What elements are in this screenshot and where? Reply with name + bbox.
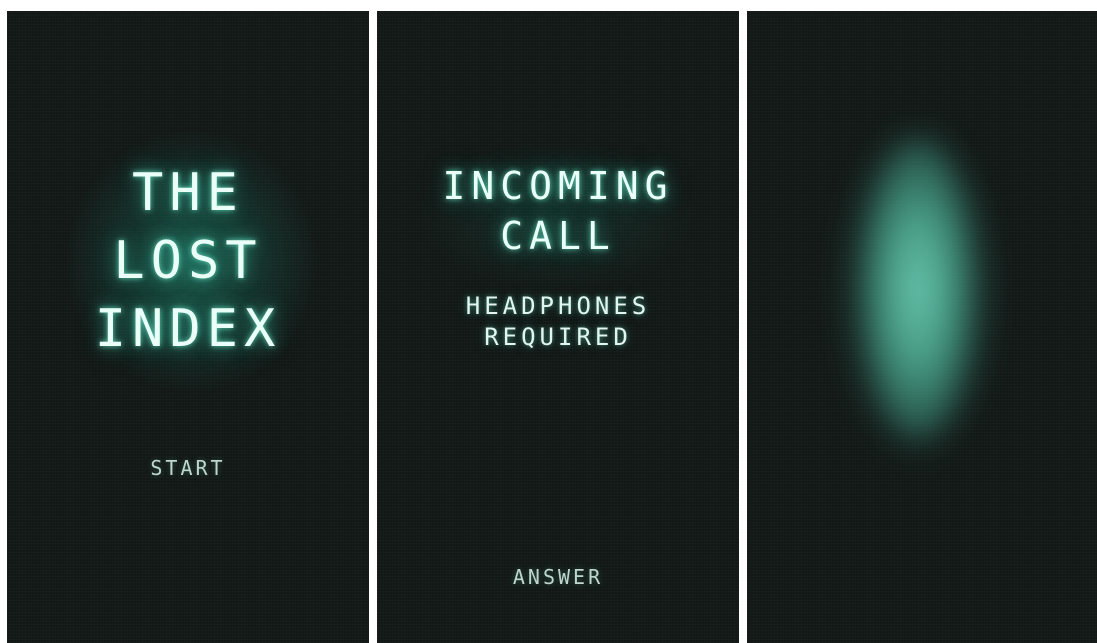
- incoming-call-title-line-2: CALL: [500, 214, 616, 258]
- start-button[interactable]: START: [140, 452, 235, 484]
- speaker-screen: [747, 11, 1097, 643]
- game-title-line-3: INDEX: [94, 299, 282, 359]
- headphones-notice-line-2: REQUIRED: [484, 323, 632, 351]
- glowing-orb: [859, 139, 977, 439]
- incoming-call-title-line-1: INCOMING: [442, 164, 674, 208]
- answer-button[interactable]: ANSWER: [503, 561, 613, 593]
- game-title-line-1: THE: [132, 163, 244, 223]
- screens-strip: THE LOST INDEX START INCOMING CALL HEADP…: [0, 0, 1097, 643]
- incoming-call-title: INCOMING CALL: [377, 161, 739, 261]
- game-title: THE LOST INDEX: [7, 159, 369, 363]
- title-screen: THE LOST INDEX START: [7, 11, 369, 643]
- incoming-call-screen: INCOMING CALL HEADPHONES REQUIRED ANSWER: [377, 11, 739, 643]
- game-title-line-2: LOST: [113, 231, 263, 291]
- headphones-notice-line-1: HEADPHONES: [465, 292, 651, 320]
- headphones-notice: HEADPHONES REQUIRED: [377, 291, 739, 353]
